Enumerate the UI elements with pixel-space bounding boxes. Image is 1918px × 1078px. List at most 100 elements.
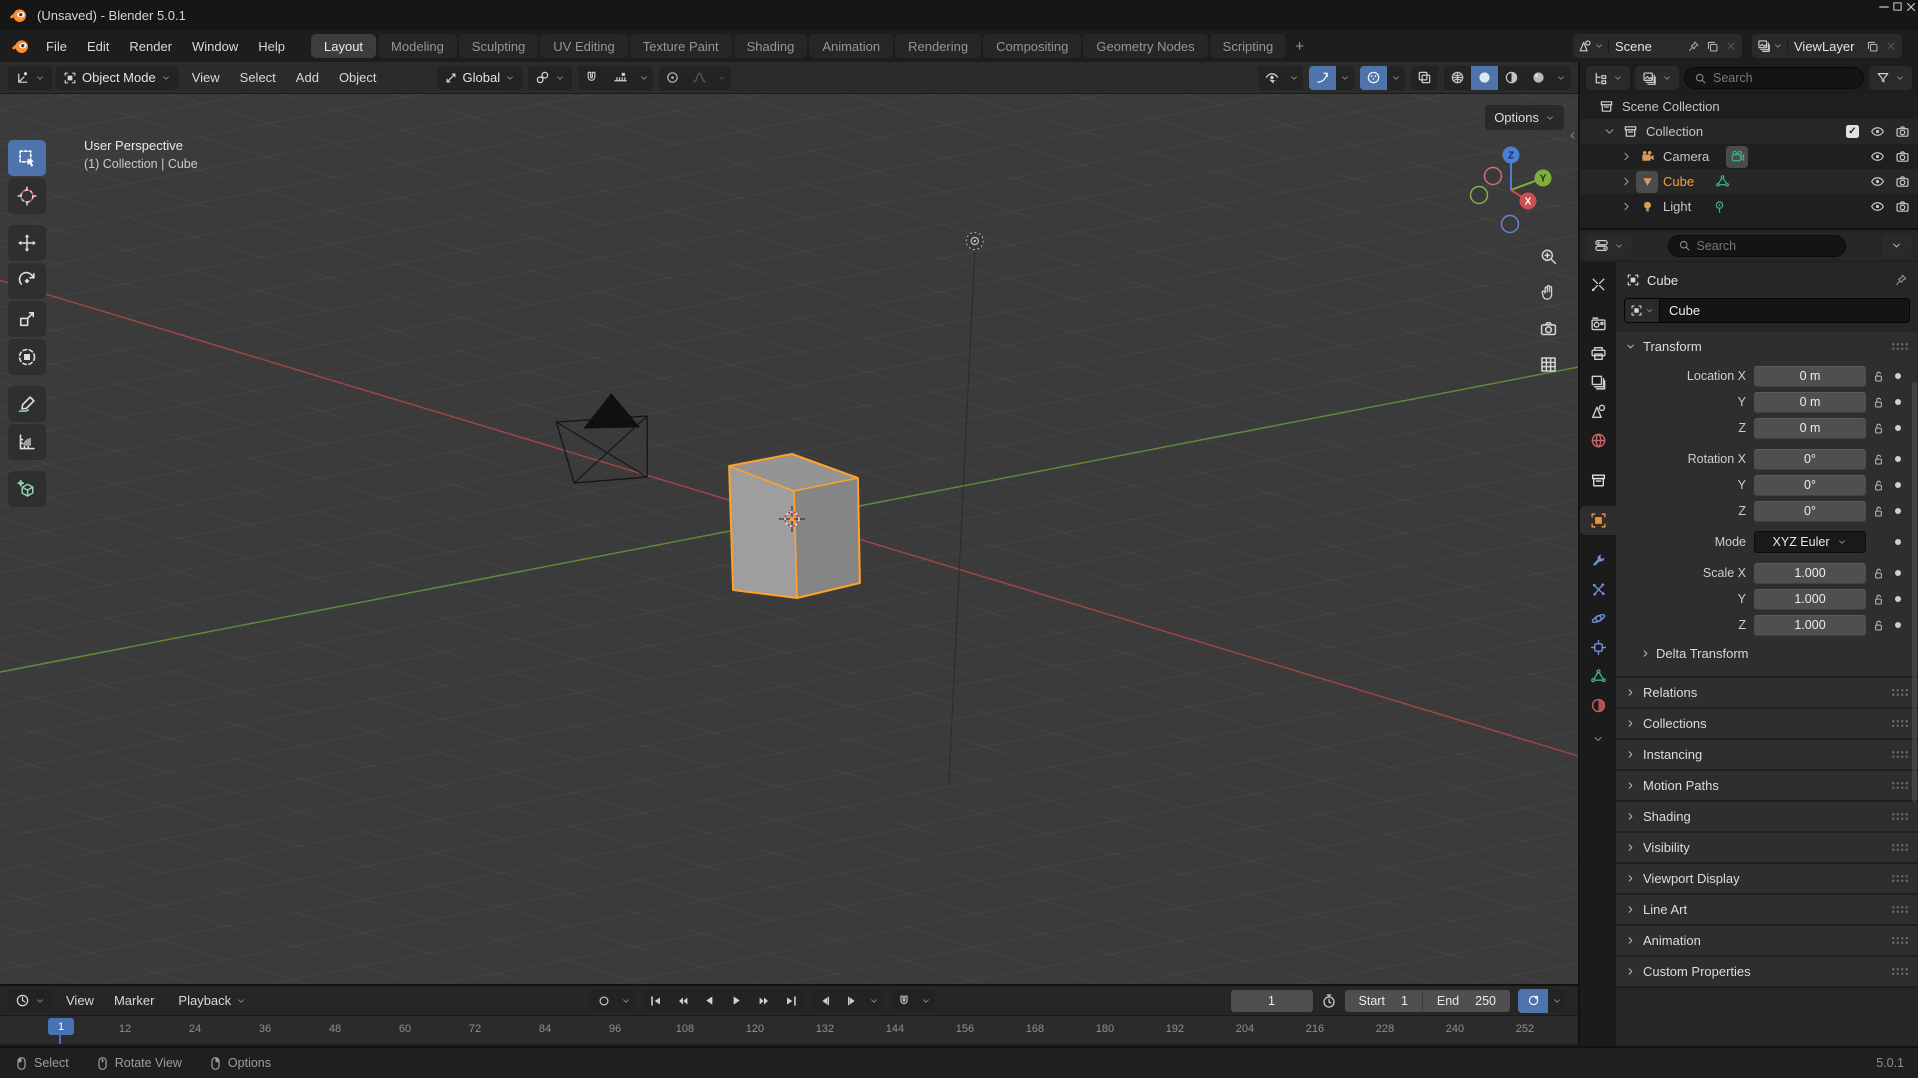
properties-scrollbar[interactable] bbox=[1912, 382, 1917, 802]
jump-to-start-button[interactable] bbox=[642, 989, 669, 1013]
pin-icon[interactable] bbox=[1687, 40, 1700, 53]
panel-grip[interactable] bbox=[1891, 843, 1909, 852]
properties-tab-material[interactable] bbox=[1580, 691, 1616, 720]
transform-panel-header[interactable]: Transform bbox=[1616, 332, 1918, 361]
properties-tab-view-layer[interactable] bbox=[1580, 368, 1616, 397]
visibility-options-button[interactable] bbox=[1285, 66, 1303, 90]
lock-icon[interactable] bbox=[1866, 422, 1890, 435]
panel-grip[interactable] bbox=[1891, 967, 1909, 976]
shading-options-button[interactable] bbox=[1552, 66, 1570, 90]
hide-viewport-toggle[interactable] bbox=[1866, 124, 1888, 139]
falloff-button[interactable] bbox=[686, 66, 713, 90]
panel-header-relations[interactable]: Relations bbox=[1616, 678, 1918, 707]
remove-viewlayer-button[interactable] bbox=[1885, 40, 1897, 52]
animate-dot[interactable] bbox=[1890, 399, 1906, 405]
shading-wireframe-button[interactable] bbox=[1444, 66, 1471, 90]
menu-file[interactable]: File bbox=[36, 34, 77, 58]
lock-icon[interactable] bbox=[1866, 567, 1890, 580]
tool-rotate[interactable] bbox=[8, 263, 46, 299]
outliner-filter-button[interactable] bbox=[1869, 66, 1912, 90]
minimize-button[interactable] bbox=[1877, 0, 1891, 14]
new-scene-button[interactable] bbox=[1706, 40, 1719, 53]
jump-next-keyframe-button[interactable] bbox=[750, 989, 777, 1013]
timeline-snap-toggle[interactable] bbox=[890, 989, 917, 1013]
value-field[interactable]: 1.000 bbox=[1754, 563, 1866, 584]
viewlayer-name[interactable]: ViewLayer bbox=[1794, 39, 1860, 54]
transform-orientation-selector[interactable]: Global bbox=[437, 66, 523, 90]
disable-render-toggle[interactable] bbox=[1891, 124, 1913, 139]
tool-cursor[interactable] bbox=[8, 178, 46, 214]
viewport-menu-add[interactable]: Add bbox=[286, 66, 329, 90]
playhead[interactable]: 1 bbox=[48, 1018, 74, 1035]
mode-selector[interactable]: Object Mode bbox=[56, 66, 178, 90]
properties-tab-constraints[interactable] bbox=[1580, 633, 1616, 662]
menu-playback[interactable]: Playback bbox=[168, 989, 256, 1013]
panel-header-custom-properties[interactable]: Custom Properties bbox=[1616, 957, 1918, 986]
lock-icon[interactable] bbox=[1866, 479, 1890, 492]
tool-scale[interactable] bbox=[8, 301, 46, 337]
lock-icon[interactable] bbox=[1866, 619, 1890, 632]
tool-transform[interactable] bbox=[8, 339, 46, 375]
tab-scripting[interactable]: Scripting bbox=[1210, 34, 1287, 58]
start-frame-field[interactable]: Start1 bbox=[1345, 990, 1422, 1012]
sync-button[interactable] bbox=[1518, 989, 1548, 1013]
value-field[interactable]: 0° bbox=[1754, 449, 1866, 470]
overlay-options-button[interactable] bbox=[1387, 66, 1405, 90]
panel-grip[interactable] bbox=[1891, 905, 1909, 914]
value-field[interactable]: 0 m bbox=[1754, 418, 1866, 439]
value-field[interactable]: 0° bbox=[1754, 501, 1866, 522]
timeline-ruler[interactable]: 1 12243648607284961081201321441561681801… bbox=[0, 1016, 1578, 1044]
hide-viewport-toggle[interactable] bbox=[1866, 174, 1888, 189]
gizmo-options-button[interactable] bbox=[1336, 66, 1354, 90]
animate-dot[interactable] bbox=[1890, 456, 1906, 462]
panel-grip[interactable] bbox=[1891, 719, 1909, 728]
panel-grip[interactable] bbox=[1891, 688, 1909, 697]
end-frame-field[interactable]: End250 bbox=[1422, 990, 1510, 1012]
animate-dot[interactable] bbox=[1890, 373, 1906, 379]
tab-modeling[interactable]: Modeling bbox=[378, 34, 457, 58]
tab-compositing[interactable]: Compositing bbox=[983, 34, 1081, 58]
properties-tab-object[interactable] bbox=[1580, 506, 1616, 535]
properties-tab-tool[interactable] bbox=[1580, 270, 1616, 299]
falloff-options-button[interactable] bbox=[713, 66, 731, 90]
tool-move[interactable] bbox=[8, 225, 46, 261]
tool-add-cube[interactable] bbox=[8, 471, 46, 507]
panel-grip[interactable] bbox=[1891, 936, 1909, 945]
delta-transform-panel[interactable]: Delta Transform bbox=[1618, 639, 1912, 667]
snap-toggle[interactable] bbox=[578, 66, 605, 90]
maximize-button[interactable] bbox=[1891, 0, 1904, 13]
frame-step-options-button[interactable] bbox=[865, 989, 883, 1013]
panel-header-collections[interactable]: Collections bbox=[1616, 709, 1918, 738]
value-field[interactable]: 0 m bbox=[1754, 366, 1866, 387]
timeline-snap-options-button[interactable] bbox=[917, 989, 935, 1013]
value-field[interactable]: 0 m bbox=[1754, 392, 1866, 413]
viewport-zo-om-button[interactable] bbox=[1534, 242, 1562, 270]
panel-header-motion-paths[interactable]: Motion Paths bbox=[1616, 771, 1918, 800]
panel-header-visibility[interactable]: Visibility bbox=[1616, 833, 1918, 862]
tab-layout[interactable]: Layout bbox=[311, 34, 376, 58]
viewport-menu-view[interactable]: View bbox=[182, 66, 230, 90]
tool-annotate[interactable] bbox=[8, 386, 46, 422]
animate-dot[interactable] bbox=[1890, 596, 1906, 602]
panel-grip[interactable] bbox=[1891, 750, 1909, 759]
outliner-editor-type-button[interactable] bbox=[1586, 66, 1630, 90]
panel-header-viewport-display[interactable]: Viewport Display bbox=[1616, 864, 1918, 893]
tool-measure[interactable] bbox=[8, 424, 46, 460]
animate-dot[interactable] bbox=[1890, 482, 1906, 488]
viewport-camera-view-button[interactable] bbox=[1534, 314, 1562, 342]
tab-sculpting[interactable]: Sculpting bbox=[459, 34, 538, 58]
disable-render-toggle[interactable] bbox=[1891, 199, 1913, 214]
jump-to-end-button[interactable] bbox=[777, 989, 804, 1013]
add-workspace-button[interactable]: + bbox=[1286, 38, 1313, 55]
panel-grip[interactable] bbox=[1891, 342, 1909, 351]
properties-tab-modifiers[interactable] bbox=[1580, 546, 1616, 575]
jump-prev-keyframe-button[interactable] bbox=[669, 989, 696, 1013]
properties-options-button[interactable] bbox=[1882, 234, 1911, 258]
timeline-menu-marker[interactable]: Marker bbox=[104, 989, 164, 1013]
tab-uv-editing[interactable]: UV Editing bbox=[540, 34, 627, 58]
unlink-scene-button[interactable] bbox=[1725, 40, 1737, 52]
viewport-pan-button[interactable] bbox=[1534, 278, 1562, 306]
outliner-search[interactable]: Search bbox=[1684, 67, 1864, 89]
properties-tab-object-data[interactable] bbox=[1580, 662, 1616, 691]
panel-header-animation[interactable]: Animation bbox=[1616, 926, 1918, 955]
